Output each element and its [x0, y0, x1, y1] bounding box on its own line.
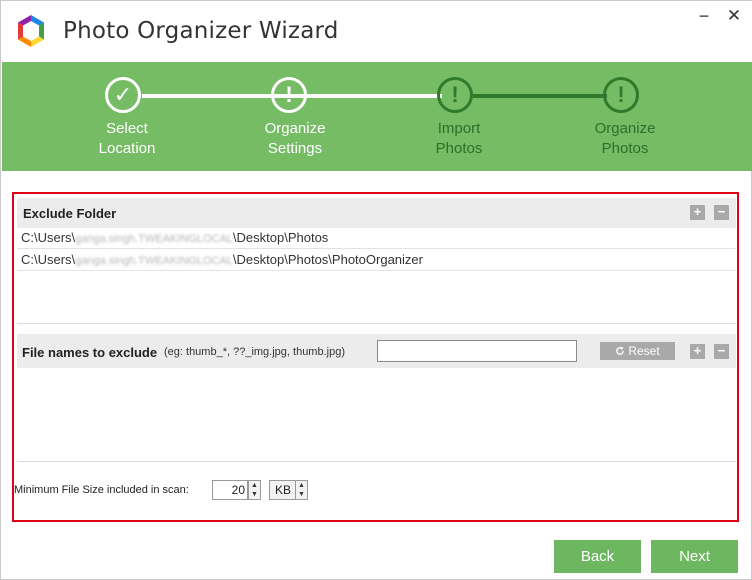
path-suffix: \Desktop\Photos\PhotoOrganizer [232, 252, 423, 267]
unit-stepper[interactable]: ▲ ▼ [295, 480, 308, 500]
min-size-input[interactable]: 20 [212, 480, 248, 500]
wizard-stepper: ✓ ! ! ! Select Location Organize Settings … [2, 62, 752, 171]
path-prefix: C:\Users\ [21, 230, 76, 245]
add-folder-button[interactable]: + [690, 205, 705, 220]
next-button[interactable]: Next [651, 540, 738, 573]
exclude-folder-title: Exclude Folder [23, 206, 117, 221]
file-names-hint: (eg: thumb_*, ??_img.jpg, thumb.jpg) [164, 346, 345, 358]
step-4-label: Organize Photos [594, 120, 656, 157]
excluded-folder-row[interactable]: C:\Users\ganga.singh.TWEAKINGLOCAL\Deskt… [17, 249, 736, 271]
masked-username: ganga.singh.TWEAKINGLOCAL [75, 255, 233, 267]
size-unit-select[interactable]: KB [269, 480, 297, 500]
settings-panel: Exclude Folder + − C:\Users\ganga.singh.… [12, 192, 739, 522]
excluded-folder-row[interactable]: C:\Users\ganga.singh.TWEAKINGLOCAL\Deskt… [17, 227, 736, 249]
reset-label: Reset [628, 344, 660, 358]
exclude-folder-header: Exclude Folder + − [17, 198, 736, 228]
photo-organizer-logo-icon [18, 15, 44, 47]
back-button[interactable]: Back [554, 540, 641, 573]
close-button[interactable]: ✕ [723, 5, 745, 27]
stepper-down-icon[interactable]: ▼ [249, 490, 260, 499]
step-3-alert-icon: ! [437, 77, 473, 113]
masked-username: ganga.singh.TWEAKINGLOCAL [75, 233, 233, 245]
step-4-alert-icon: ! [603, 77, 639, 113]
stepper-up-icon[interactable]: ▲ [249, 481, 260, 490]
unit-up-icon[interactable]: ▲ [296, 481, 307, 490]
step-3-label: Import Photos [435, 120, 483, 157]
title-bar: Photo Organizer Wizard − ✕ [1, 1, 752, 62]
reset-button[interactable]: Reset [600, 342, 675, 360]
stepper-line-pending [473, 94, 607, 98]
step-2-alert-icon: ! [271, 77, 307, 113]
add-pattern-button[interactable]: + [690, 344, 705, 359]
step-1-label: Select Location [98, 120, 156, 157]
step-2-label: Organize Settings [264, 120, 326, 157]
refresh-icon [616, 346, 625, 355]
remove-folder-button[interactable]: − [714, 205, 729, 220]
remove-pattern-button[interactable]: − [714, 344, 729, 359]
step-1-check-icon: ✓ [105, 77, 141, 113]
folder-list-divider [17, 323, 736, 324]
file-pattern-input[interactable] [377, 340, 577, 362]
unit-down-icon[interactable]: ▼ [296, 490, 307, 499]
file-names-header: File names to exclude (eg: thumb_*, ??_i… [17, 334, 736, 368]
min-size-stepper[interactable]: ▲ ▼ [248, 480, 261, 500]
wizard-window: Photo Organizer Wizard − ✕ ✓ ! ! ! Selec… [0, 0, 752, 580]
min-size-label: Minimum File Size included in scan: [14, 484, 189, 496]
file-names-title: File names to exclude [22, 345, 158, 360]
path-suffix: \Desktop\Photos [232, 230, 329, 245]
window-title: Photo Organizer Wizard [63, 18, 339, 44]
path-prefix: C:\Users\ [21, 252, 76, 267]
pattern-list-divider [17, 461, 736, 462]
minimize-button[interactable]: − [693, 5, 715, 27]
